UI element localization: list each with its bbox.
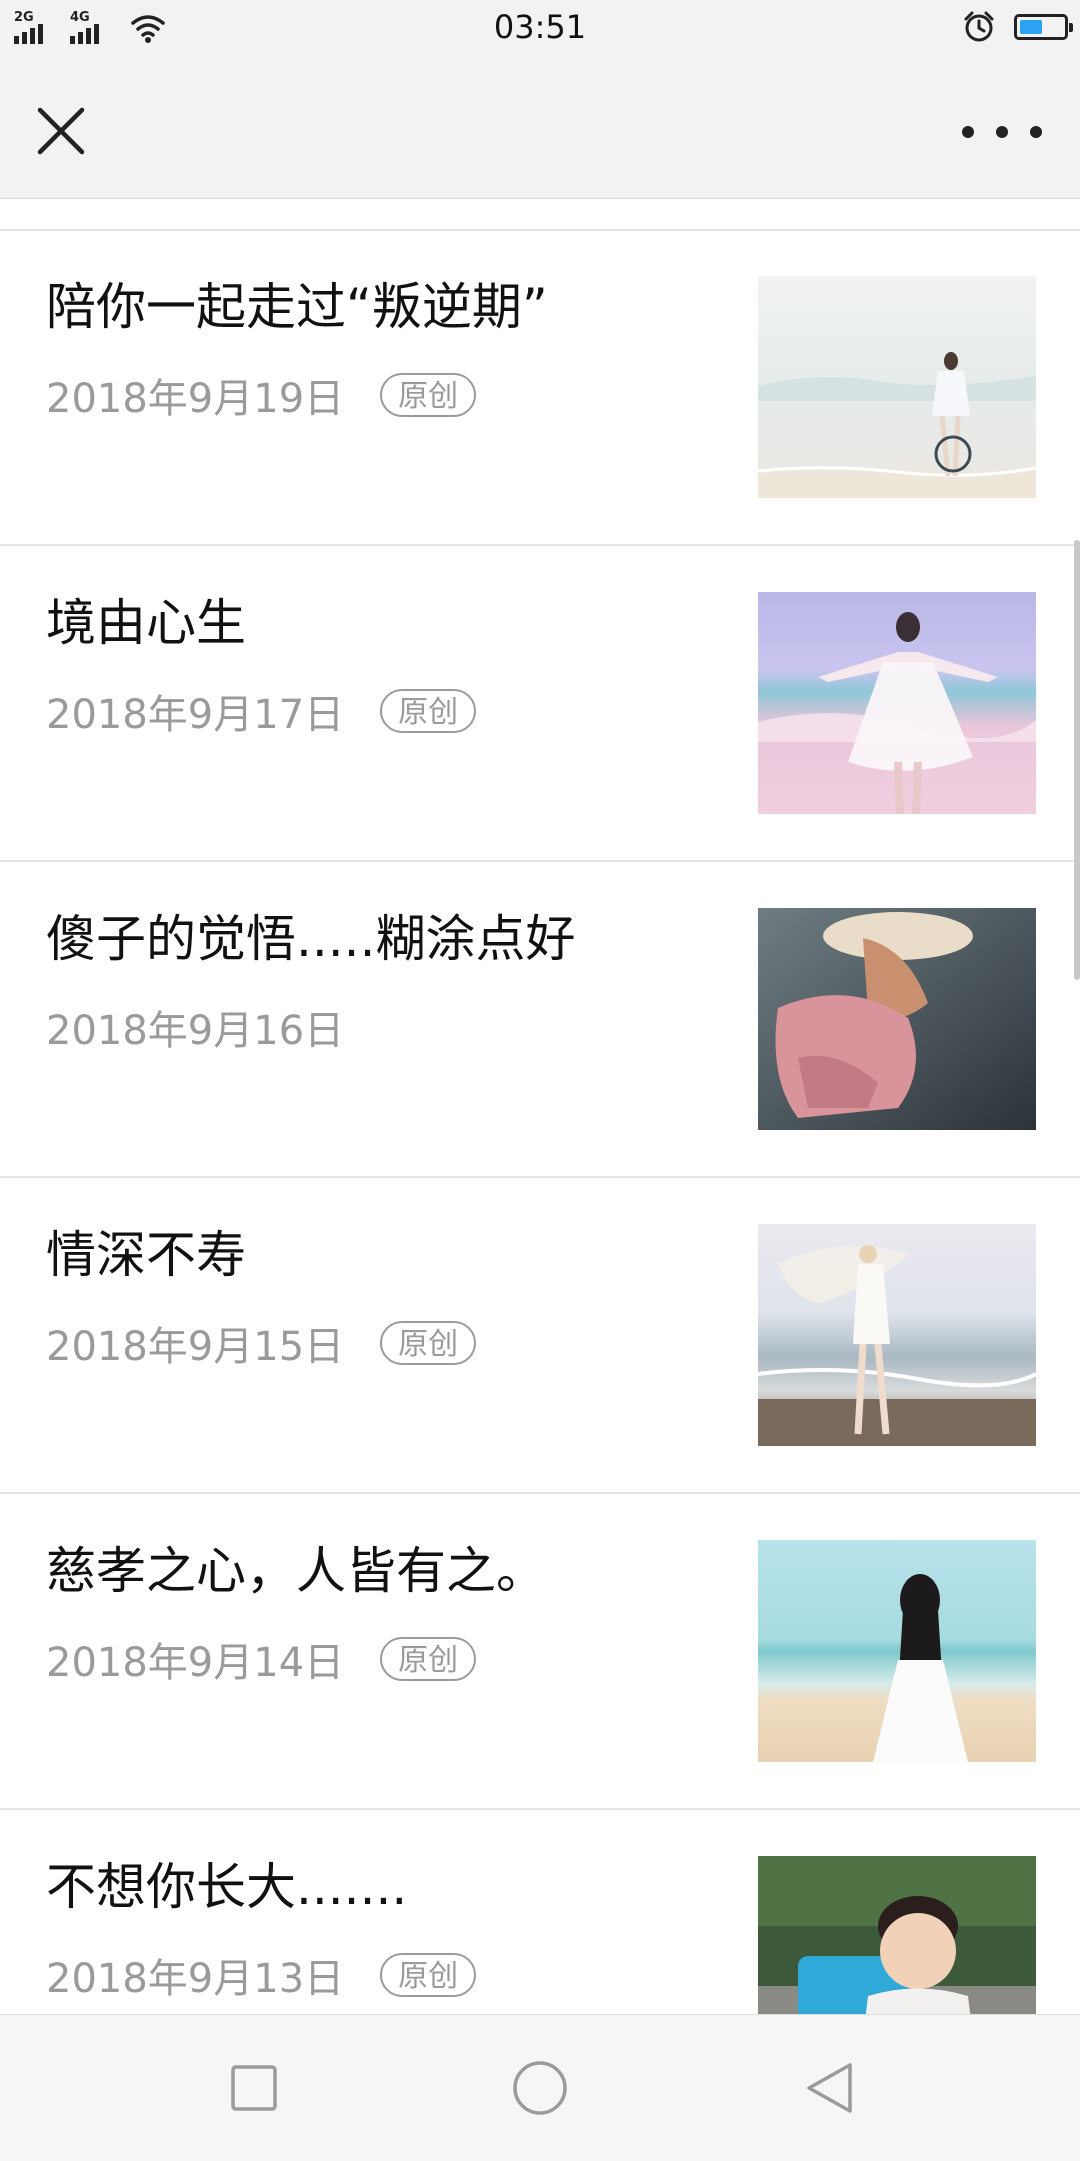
article-thumbnail xyxy=(758,1856,1036,2014)
article-item[interactable]: 陪你一起走过“叛逆期” 2018年9月19日 原创 xyxy=(0,230,1080,546)
status-right xyxy=(962,10,1073,44)
battery-icon xyxy=(1014,14,1073,40)
square-icon[interactable] xyxy=(219,2053,289,2123)
article-date: 2018年9月15日 xyxy=(46,1324,345,1370)
original-badge: 原创 xyxy=(380,1953,477,1997)
article-thumbnail xyxy=(758,1540,1036,1762)
circle-icon[interactable] xyxy=(505,2053,575,2123)
article-meta: 2018年9月15日 原创 xyxy=(46,1314,477,1372)
alarm-icon xyxy=(964,11,994,42)
article-meta: 2018年9月17日 原创 xyxy=(46,682,477,740)
article-thumbnail xyxy=(758,276,1036,498)
article-thumbnail xyxy=(758,908,1036,1130)
article-title: 陪你一起走过“叛逆期” xyxy=(46,278,548,336)
article-title: 慈孝之心，人皆有之。 xyxy=(46,1542,546,1600)
battery-fill xyxy=(1020,20,1042,34)
article-item[interactable]: 境由心生 2018年9月17日 原创 xyxy=(0,546,1080,862)
article-meta: 2018年9月13日 原创 xyxy=(46,1946,477,2004)
article-list[interactable]: 陪你一起走过“叛逆期” 2018年9月19日 原创 境由心生 2018年9月17… xyxy=(0,230,1080,2014)
article-meta: 2018年9月19日 原创 xyxy=(46,366,477,424)
scrollbar[interactable] xyxy=(1074,540,1080,980)
article-thumbnail xyxy=(758,592,1036,814)
article-title: 傻子的觉悟.....糊涂点好 xyxy=(46,910,576,968)
original-badge: 原创 xyxy=(380,689,477,733)
status-bar: 2G 4G 03:51 xyxy=(0,0,1080,58)
article-item[interactable]: 情深不寿 2018年9月15日 原创 xyxy=(0,1178,1080,1494)
header-bar xyxy=(0,58,1080,199)
article-meta: 2018年9月16日 xyxy=(46,998,344,1056)
article-item[interactable]: 慈孝之心，人皆有之。 2018年9月14日 原创 xyxy=(0,1494,1080,1810)
article-date: 2018年9月19日 xyxy=(46,376,345,422)
article-date: 2018年9月17日 xyxy=(46,692,345,738)
article-title: 情深不寿 xyxy=(46,1226,246,1284)
triangle-back-icon[interactable] xyxy=(795,2053,865,2123)
article-item[interactable]: 不想你长大....... 2018年9月13日 原创 xyxy=(0,1810,1080,2014)
article-meta: 2018年9月14日 原创 xyxy=(46,1630,477,1688)
original-badge: 原创 xyxy=(380,1637,477,1681)
status-time: 03:51 xyxy=(493,8,587,46)
close-icon[interactable] xyxy=(28,98,94,164)
original-badge: 原创 xyxy=(380,1321,477,1365)
article-thumbnail xyxy=(758,1224,1036,1446)
article-date: 2018年9月14日 xyxy=(46,1640,345,1686)
more-icon[interactable] xyxy=(962,112,1042,152)
original-badge: 原创 xyxy=(380,373,477,417)
article-item[interactable]: 傻子的觉悟.....糊涂点好 2018年9月16日 xyxy=(0,862,1080,1178)
article-title: 境由心生 xyxy=(46,594,246,652)
article-date: 2018年9月13日 xyxy=(46,1956,345,2002)
article-date: 2018年9月16日 xyxy=(46,1008,345,1054)
article-title: 不想你长大....... xyxy=(46,1858,408,1916)
system-nav-bar xyxy=(0,2014,1080,2161)
